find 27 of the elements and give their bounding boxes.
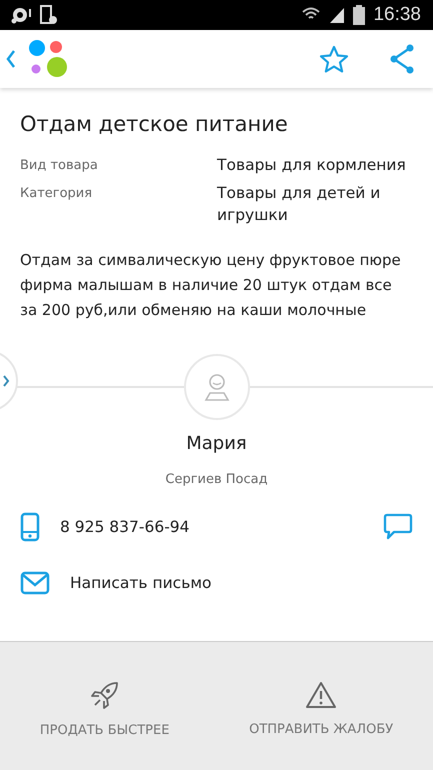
write-letter-link[interactable]: Написать письмо [70,574,413,592]
share-icon[interactable] [389,44,415,74]
phone-icon[interactable] [20,512,40,542]
ad-description: Отдам за симвалическую цену фруктовое пюре фирма малышам в наличие 20 штук отдам все за 200 руб,или обменяю на каши молочные [20,250,402,321]
battery-icon [353,5,366,25]
mail-icon[interactable] [20,571,50,595]
notification-icon [10,6,32,24]
chevron-icon [2,374,10,388]
back-icon[interactable] [6,49,16,69]
star-icon[interactable] [319,45,349,73]
phone-number[interactable]: 8 925 837-66-94 [60,518,363,536]
sell-faster-button[interactable]: ПРОДАТЬ БЫСТРЕЕ [36,672,174,744]
attribute-label: Категория [20,185,94,203]
signal-icon [329,6,346,24]
seller-name: Мария [185,433,248,454]
chat-icon[interactable] [383,513,413,541]
screenshot-icon [40,5,58,25]
user-silhouette-icon [202,372,232,402]
warning-icon [305,680,338,710]
seller-city: Сергиев Посад [164,472,269,487]
attribute-label: Вид товара [20,157,99,175]
ad-title: Отдам детское питание [20,112,289,136]
logo-icon[interactable] [28,39,68,79]
attribute-value: Товары для кормления [217,155,407,176]
attribute-value: Товары для детей и игрушки [217,183,382,226]
clock: 16:38 [373,4,421,26]
report-button[interactable]: ОТПРАВИТЬ ЖАЛОБУ [245,674,398,742]
